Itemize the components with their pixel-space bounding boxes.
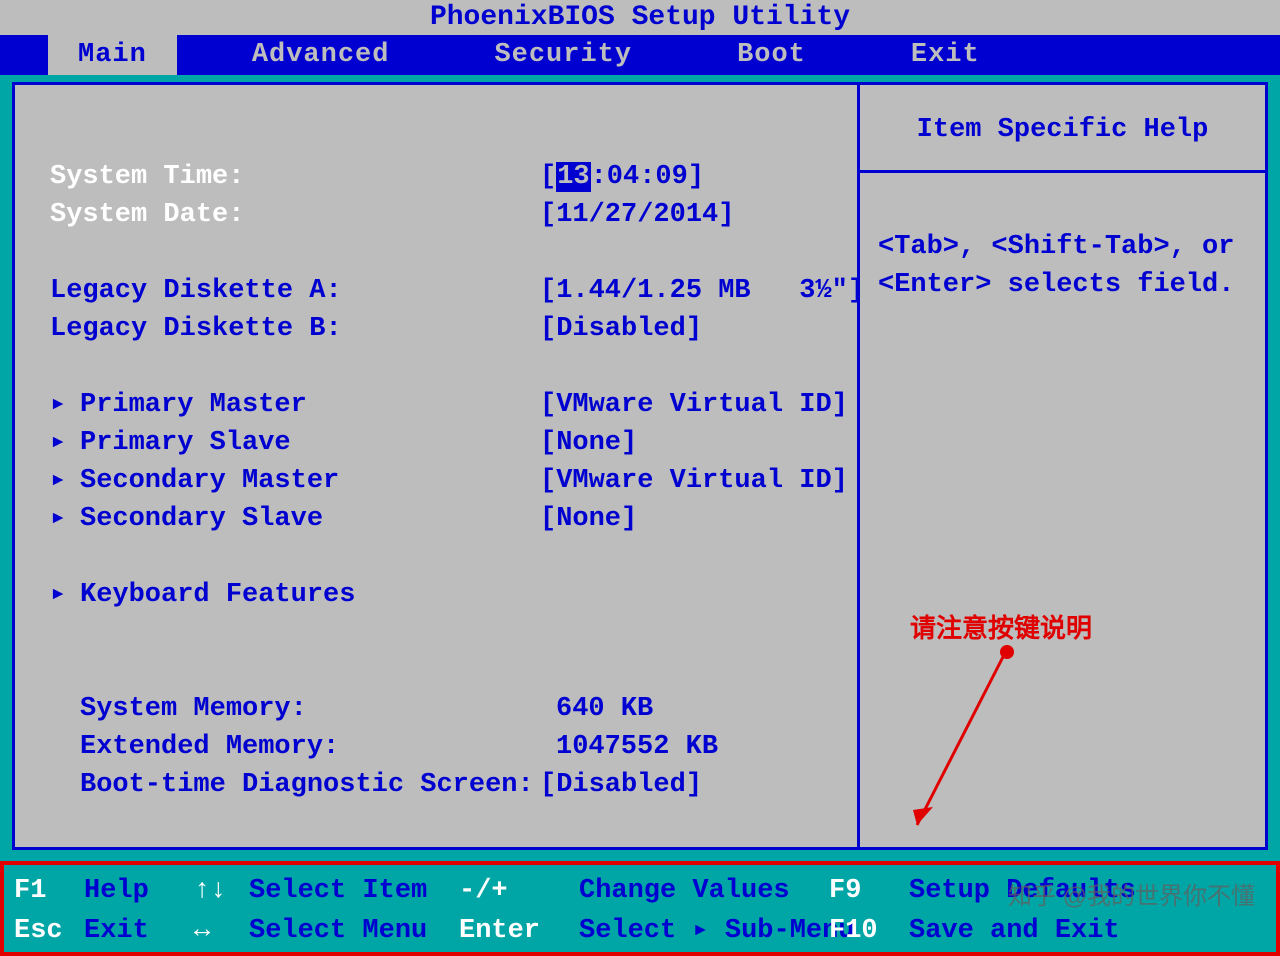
exit-label: Exit bbox=[84, 911, 194, 951]
tab-advanced[interactable]: Advanced bbox=[222, 35, 420, 75]
chevron-right-icon: ▸ bbox=[50, 386, 80, 424]
menu-bar: Main Advanced Security Boot Exit bbox=[0, 35, 1280, 75]
key-plusminus: -/+ bbox=[459, 871, 579, 911]
annotation-text: 请注意按键说明 bbox=[910, 608, 1092, 645]
watermark: 知乎 @我的世界你不懂 bbox=[1008, 876, 1255, 911]
extended-memory-value: 1047552 KB bbox=[540, 728, 718, 766]
select-item-label: Select Item bbox=[249, 871, 459, 911]
legacy-a-label: Legacy Diskette A: bbox=[50, 272, 540, 310]
help-label: Help bbox=[84, 871, 194, 911]
help-line-2: <Enter> selects field. bbox=[878, 266, 1247, 304]
legacy-b-label: Legacy Diskette B: bbox=[50, 310, 540, 348]
system-time-row[interactable]: System Time: [13:04:09] bbox=[50, 158, 847, 196]
tab-exit[interactable]: Exit bbox=[881, 35, 1010, 75]
secondary-master-value: VMware Virtual ID bbox=[556, 466, 831, 496]
secondary-master-row[interactable]: ▸Secondary Master [VMware Virtual ID] bbox=[50, 462, 847, 500]
chevron-right-icon: ▸ bbox=[50, 576, 80, 614]
extended-memory-label: Extended Memory: bbox=[50, 728, 540, 766]
change-values-label: Change Values bbox=[579, 871, 829, 911]
system-memory-label: System Memory: bbox=[50, 690, 540, 728]
primary-slave-value: None bbox=[556, 428, 621, 458]
leftright-icon: ↔ bbox=[194, 911, 249, 951]
legacy-a-value: 1.44/1.25 MB 3½" bbox=[556, 276, 848, 306]
key-f1: F1 bbox=[8, 871, 84, 911]
select-label: Select bbox=[579, 916, 676, 946]
chevron-right-icon: ▸ bbox=[50, 424, 80, 462]
help-line-1: <Tab>, <Shift-Tab>, or bbox=[878, 228, 1247, 266]
key-esc: Esc bbox=[8, 911, 84, 951]
system-time-label: System Time: bbox=[50, 158, 540, 196]
legacy-a-row[interactable]: Legacy Diskette A: [1.44/1.25 MB 3½"] bbox=[50, 272, 847, 310]
system-date-value: 11/27/2014 bbox=[556, 200, 718, 230]
chevron-right-icon: ▸ bbox=[692, 916, 708, 946]
help-body: <Tab>, <Shift-Tab>, or <Enter> selects f… bbox=[860, 173, 1265, 314]
legacy-b-row[interactable]: Legacy Diskette B: [Disabled] bbox=[50, 310, 847, 348]
secondary-slave-label: Secondary Slave bbox=[80, 504, 323, 534]
window-title: PhoenixBIOS Setup Utility bbox=[0, 0, 1280, 35]
key-f10: F10 bbox=[829, 911, 909, 951]
help-title: Item Specific Help bbox=[860, 85, 1265, 173]
annotation-dot-icon bbox=[1000, 645, 1014, 659]
tab-boot[interactable]: Boot bbox=[707, 35, 836, 75]
system-time-rest: :04:09 bbox=[591, 162, 688, 192]
chevron-right-icon: ▸ bbox=[50, 462, 80, 500]
primary-master-row[interactable]: ▸Primary Master [VMware Virtual ID] bbox=[50, 386, 847, 424]
system-memory-value: 640 KB bbox=[540, 690, 653, 728]
keyboard-features-row[interactable]: ▸Keyboard Features bbox=[50, 576, 847, 614]
primary-master-label: Primary Master bbox=[80, 390, 307, 420]
boot-diag-row[interactable]: Boot-time Diagnostic Screen: [Disabled] bbox=[50, 766, 847, 804]
secondary-master-label: Secondary Master bbox=[80, 466, 339, 496]
chevron-right-icon: ▸ bbox=[50, 500, 80, 538]
boot-diag-label: Boot-time Diagnostic Screen: bbox=[50, 766, 540, 804]
system-date-label: System Date: bbox=[50, 196, 540, 234]
keyboard-features-label: Keyboard Features bbox=[80, 580, 355, 610]
system-date-row[interactable]: System Date: [11/27/2014] bbox=[50, 196, 847, 234]
select-menu-label: Select Menu bbox=[249, 911, 459, 951]
content-area: System Time: [13:04:09] System Date: [11… bbox=[12, 82, 1268, 850]
save-exit-label: Save and Exit bbox=[909, 911, 1120, 951]
tab-security[interactable]: Security bbox=[464, 35, 662, 75]
help-pane: Item Specific Help <Tab>, <Shift-Tab>, o… bbox=[860, 85, 1265, 847]
secondary-slave-value: None bbox=[556, 504, 621, 534]
legacy-b-value: Disabled bbox=[556, 314, 686, 344]
key-enter: Enter bbox=[459, 911, 579, 951]
updown-icon: ↑↓ bbox=[194, 871, 249, 911]
key-f9: F9 bbox=[829, 871, 909, 911]
boot-diag-value: Disabled bbox=[556, 770, 686, 800]
main-pane: System Time: [13:04:09] System Date: [11… bbox=[15, 85, 860, 847]
system-time-hours[interactable]: 13 bbox=[556, 162, 590, 192]
primary-slave-row[interactable]: ▸Primary Slave [None] bbox=[50, 424, 847, 462]
secondary-slave-row[interactable]: ▸Secondary Slave [None] bbox=[50, 500, 847, 538]
primary-master-value: VMware Virtual ID bbox=[556, 390, 831, 420]
system-memory-row: System Memory: 640 KB bbox=[50, 690, 847, 728]
tab-main[interactable]: Main bbox=[48, 35, 177, 75]
primary-slave-label: Primary Slave bbox=[80, 428, 291, 458]
extended-memory-row: Extended Memory: 1047552 KB bbox=[50, 728, 847, 766]
